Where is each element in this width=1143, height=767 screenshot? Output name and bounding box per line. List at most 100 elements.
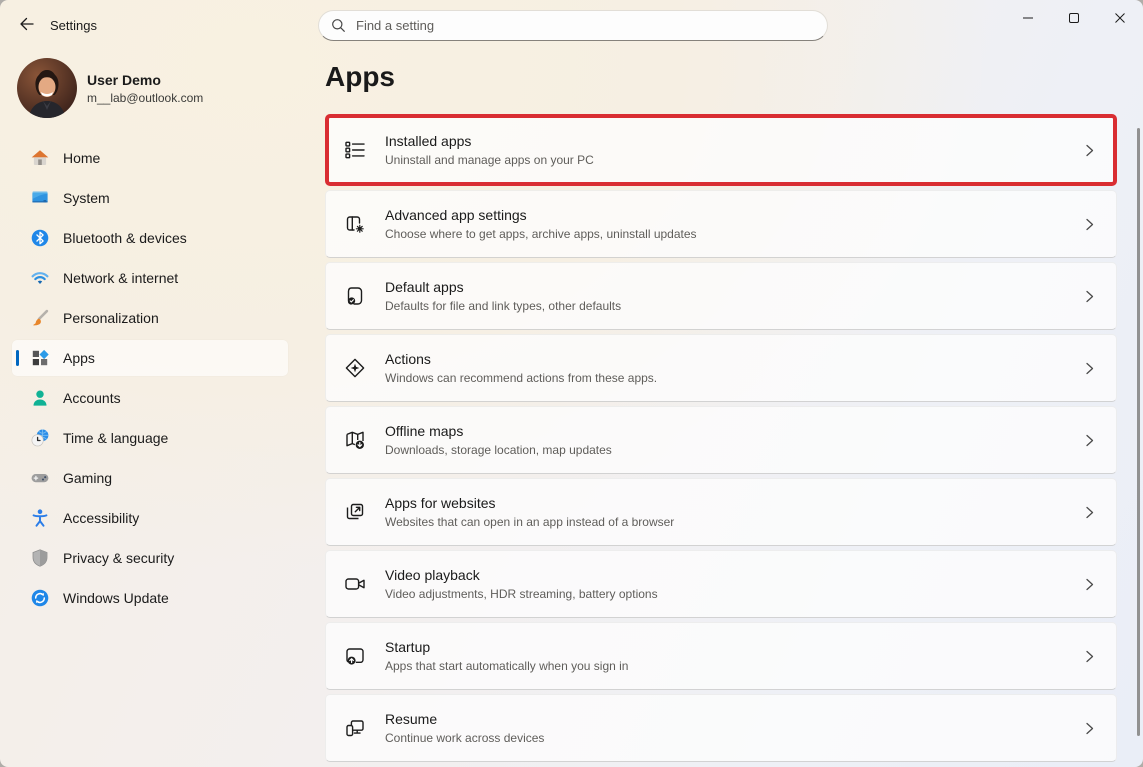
search-input[interactable] xyxy=(356,18,815,33)
bluetooth-icon xyxy=(30,228,50,248)
minimize-button[interactable] xyxy=(1005,0,1051,36)
card-title: Offline maps xyxy=(385,423,612,439)
card-title: Actions xyxy=(385,351,657,367)
resume-icon xyxy=(342,715,368,741)
chevron-right-icon xyxy=(1083,144,1096,157)
card-subtitle: Uninstall and manage apps on your PC xyxy=(385,153,594,167)
sidebar-item-network[interactable]: Network & internet xyxy=(12,260,288,296)
chevron-right-icon xyxy=(1083,722,1096,735)
card-subtitle: Downloads, storage location, map updates xyxy=(385,443,612,457)
close-button[interactable] xyxy=(1097,0,1143,36)
card-subtitle: Apps that start automatically when you s… xyxy=(385,659,628,673)
settings-card-list: Installed apps Uninstall and manage apps… xyxy=(325,114,1117,762)
sidebar-item-label: Gaming xyxy=(63,470,112,486)
card-title: Installed apps xyxy=(385,133,594,149)
card-subtitle: Windows can recommend actions from these… xyxy=(385,371,657,385)
default-apps-icon xyxy=(342,283,368,309)
card-title: Apps for websites xyxy=(385,495,674,511)
settings-window: Settings xyxy=(0,0,1143,767)
home-icon xyxy=(30,148,50,168)
card-subtitle: Video adjustments, HDR streaming, batter… xyxy=(385,587,658,601)
card-title: Video playback xyxy=(385,567,658,583)
main-content: Apps Installed apps Uninstall and manage… xyxy=(300,48,1143,767)
page-title: Apps xyxy=(325,60,1117,94)
sidebar-nav: Home System Bluetooth & devices Network … xyxy=(12,140,288,616)
user-profile[interactable]: User Demo m__lab@outlook.com xyxy=(17,58,288,118)
back-arrow-icon xyxy=(17,15,35,33)
sidebar-item-privacy-security[interactable]: Privacy & security xyxy=(12,540,288,576)
sidebar-item-label: Network & internet xyxy=(63,270,178,286)
avatar xyxy=(17,58,77,118)
settings-card-resume[interactable]: Resume Continue work across devices xyxy=(325,694,1117,762)
sidebar-item-label: Accounts xyxy=(63,390,121,406)
chevron-right-icon xyxy=(1083,650,1096,663)
card-title: Resume xyxy=(385,711,544,727)
settings-card-installed-apps[interactable]: Installed apps Uninstall and manage apps… xyxy=(325,114,1117,186)
card-subtitle: Choose where to get apps, archive apps, … xyxy=(385,227,697,241)
titlebar: Settings xyxy=(0,0,1143,48)
search-icon xyxy=(331,18,346,33)
windows-update-icon xyxy=(30,588,50,608)
advanced-app-settings-icon xyxy=(342,211,368,237)
sidebar-item-personalization[interactable]: Personalization xyxy=(12,300,288,336)
card-title: Startup xyxy=(385,639,628,655)
sidebar: User Demo m__lab@outlook.com Home System xyxy=(0,48,300,767)
back-button[interactable] xyxy=(8,7,44,41)
app-title: Settings xyxy=(50,18,97,33)
sidebar-item-apps[interactable]: Apps xyxy=(12,340,288,376)
accessibility-icon xyxy=(30,508,50,528)
settings-card-offline-maps[interactable]: Offline maps Downloads, storage location… xyxy=(325,406,1117,474)
sidebar-item-bluetooth[interactable]: Bluetooth & devices xyxy=(12,220,288,256)
apps-for-websites-icon xyxy=(342,499,368,525)
settings-card-video-playback[interactable]: Video playback Video adjustments, HDR st… xyxy=(325,550,1117,618)
sidebar-item-accessibility[interactable]: Accessibility xyxy=(12,500,288,536)
sidebar-item-label: System xyxy=(63,190,110,206)
sidebar-item-home[interactable]: Home xyxy=(12,140,288,176)
apps-icon xyxy=(30,348,50,368)
user-email: m__lab@outlook.com xyxy=(87,91,203,105)
sidebar-item-label: Bluetooth & devices xyxy=(63,230,187,246)
settings-card-default-apps[interactable]: Default apps Defaults for file and link … xyxy=(325,262,1117,330)
chevron-right-icon xyxy=(1083,290,1096,303)
startup-icon xyxy=(342,643,368,669)
actions-icon xyxy=(342,355,368,381)
chevron-right-icon xyxy=(1083,362,1096,375)
privacy-icon xyxy=(30,548,50,568)
settings-card-advanced-app-settings[interactable]: Advanced app settings Choose where to ge… xyxy=(325,190,1117,258)
maximize-button[interactable] xyxy=(1051,0,1097,36)
card-subtitle: Websites that can open in an app instead… xyxy=(385,515,674,529)
sidebar-item-label: Apps xyxy=(63,350,95,366)
system-icon xyxy=(30,188,50,208)
sidebar-item-label: Time & language xyxy=(63,430,168,446)
settings-card-startup[interactable]: Startup Apps that start automatically wh… xyxy=(325,622,1117,690)
sidebar-item-label: Privacy & security xyxy=(63,550,174,566)
offline-maps-icon xyxy=(342,427,368,453)
search-box[interactable] xyxy=(318,10,828,41)
card-title: Advanced app settings xyxy=(385,207,697,223)
time-language-icon xyxy=(30,428,50,448)
sidebar-item-gaming[interactable]: Gaming xyxy=(12,460,288,496)
sidebar-item-windows-update[interactable]: Windows Update xyxy=(12,580,288,616)
network-icon xyxy=(30,268,50,288)
chevron-right-icon xyxy=(1083,434,1096,447)
user-name: User Demo xyxy=(87,72,203,88)
chevron-right-icon xyxy=(1083,218,1096,231)
sidebar-item-label: Home xyxy=(63,150,100,166)
installed-apps-icon xyxy=(342,137,368,163)
sidebar-item-accounts[interactable]: Accounts xyxy=(12,380,288,416)
sidebar-item-label: Personalization xyxy=(63,310,159,326)
settings-card-apps-for-websites[interactable]: Apps for websites Websites that can open… xyxy=(325,478,1117,546)
sidebar-item-label: Accessibility xyxy=(63,510,139,526)
sidebar-item-system[interactable]: System xyxy=(12,180,288,216)
card-title: Default apps xyxy=(385,279,621,295)
sidebar-item-time-language[interactable]: Time & language xyxy=(12,420,288,456)
settings-card-actions[interactable]: Actions Windows can recommend actions fr… xyxy=(325,334,1117,402)
gaming-icon xyxy=(30,468,50,488)
card-subtitle: Continue work across devices xyxy=(385,731,544,745)
video-playback-icon xyxy=(342,571,368,597)
chevron-right-icon xyxy=(1083,506,1096,519)
accounts-icon xyxy=(30,388,50,408)
vertical-scrollbar[interactable] xyxy=(1137,128,1140,736)
window-controls xyxy=(1005,0,1143,36)
card-subtitle: Defaults for file and link types, other … xyxy=(385,299,621,313)
